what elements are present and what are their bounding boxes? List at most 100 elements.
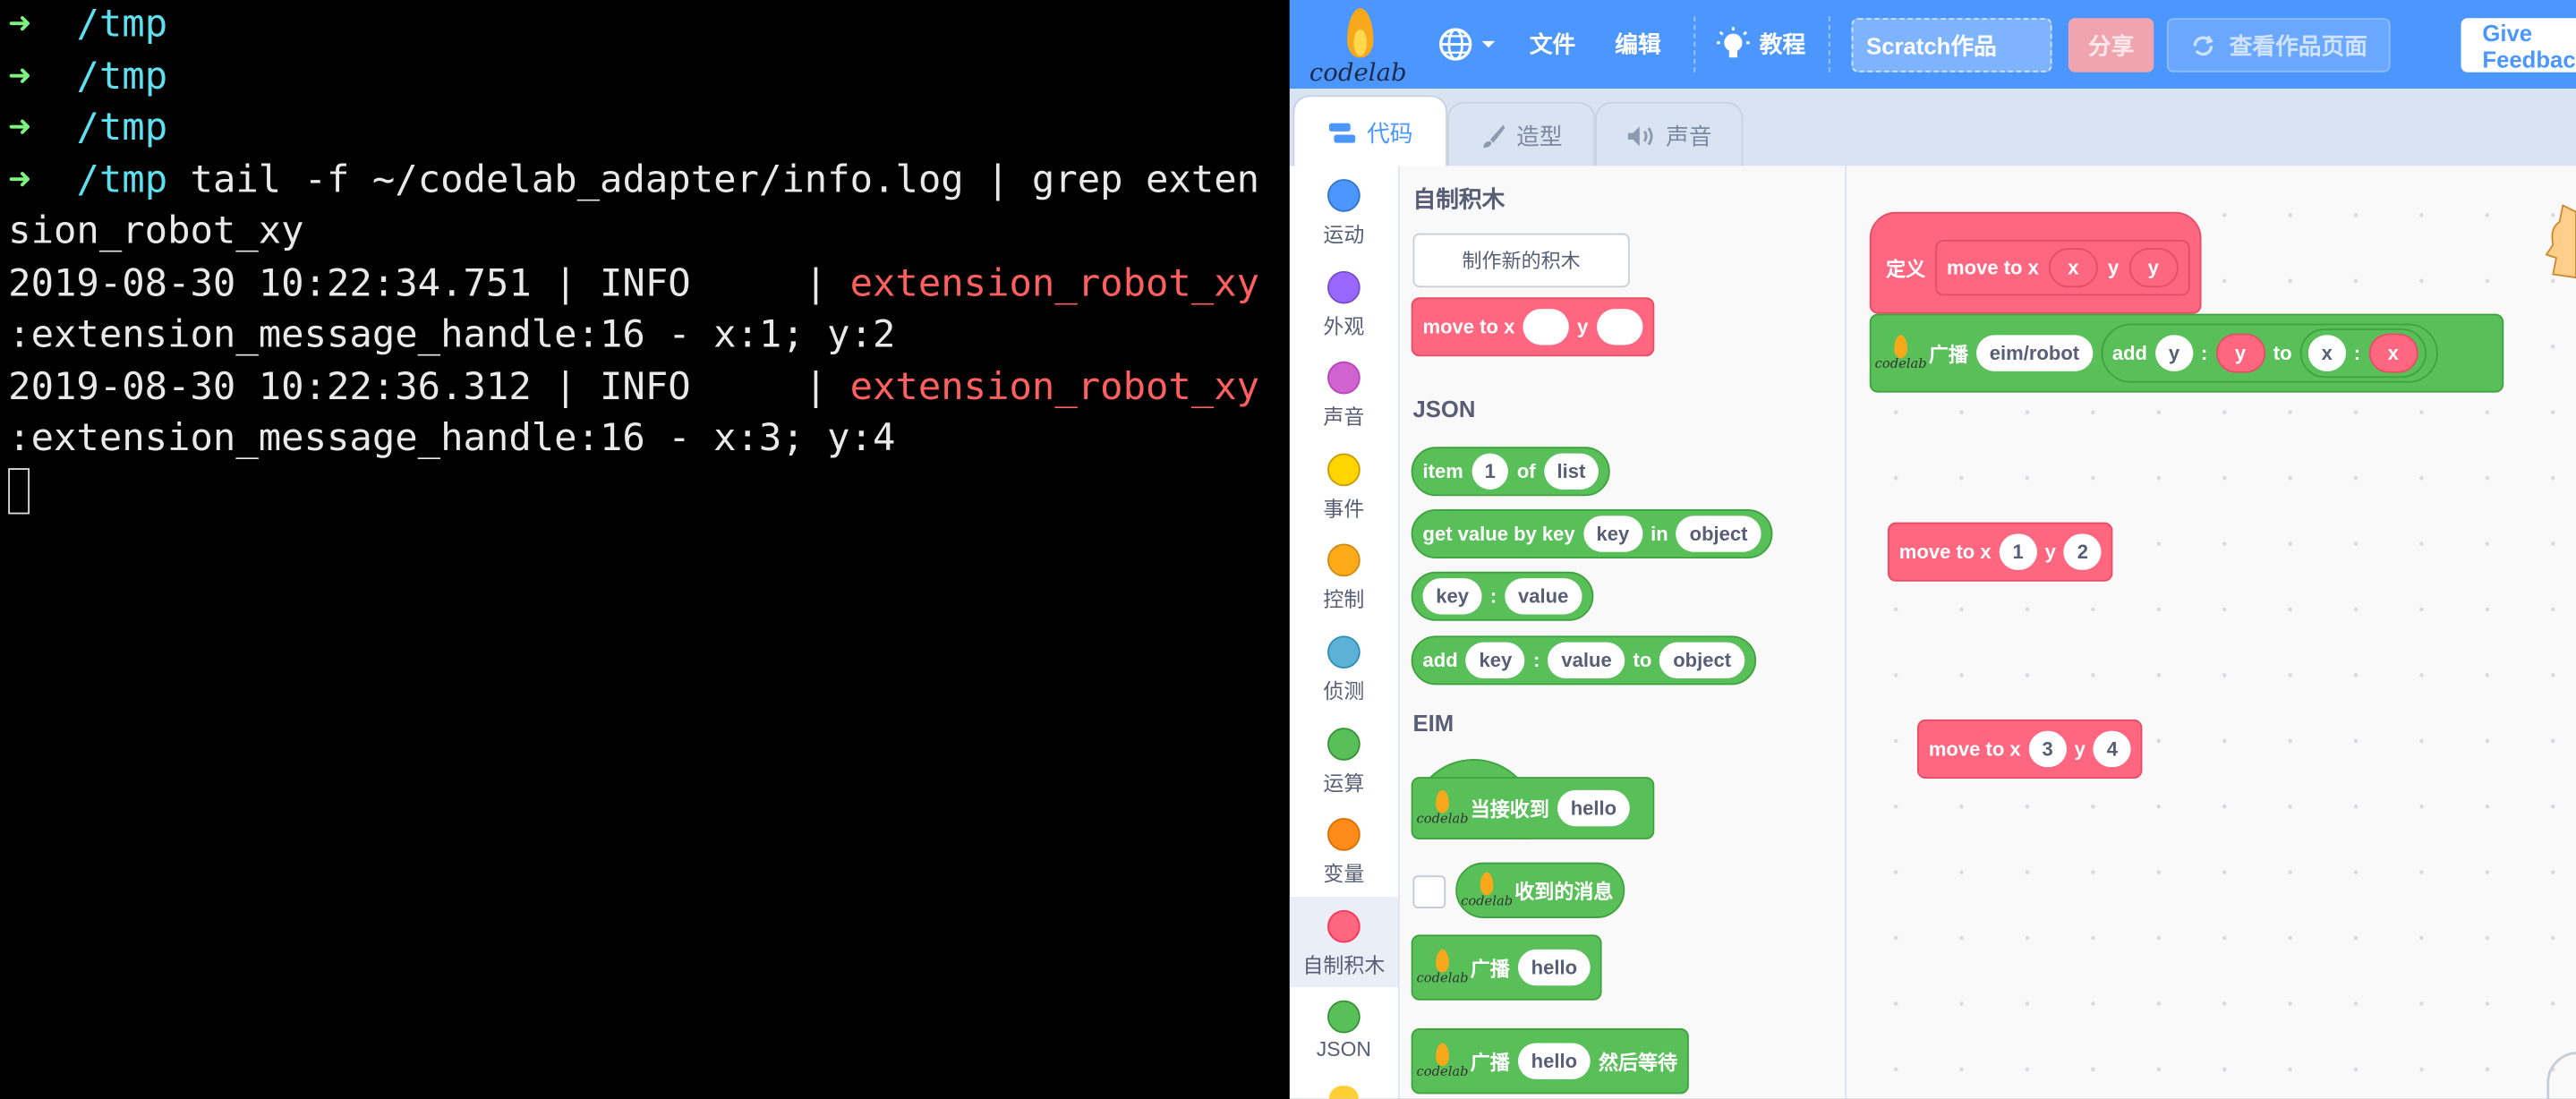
block-text: :	[1489, 584, 1497, 609]
edit-menu[interactable]: 编辑	[1615, 0, 1660, 89]
tab-sounds[interactable]: 声音	[1595, 101, 1744, 168]
block-input[interactable]: 2	[2064, 533, 2102, 570]
category-json[interactable]: JSON	[1290, 987, 1398, 1078]
eim-heading: EIM	[1412, 709, 1454, 737]
category-variables[interactable]: 变量	[1290, 805, 1398, 895]
script-workspace[interactable]: 定义 move to x x y y codelab 广播 eim/robot …	[1847, 166, 2576, 1099]
tab-costumes[interactable]: 造型	[1447, 101, 1596, 168]
parameter-x[interactable]: x	[2048, 248, 2098, 288]
get-value-by-key-block[interactable]: get value by key key in object	[1411, 508, 1773, 559]
make-a-block-button[interactable]: 制作新的积木	[1412, 233, 1630, 288]
tutorials-label: 教程	[1759, 30, 1806, 58]
lightbulb-icon	[1717, 27, 1750, 58]
move-to-call-block[interactable]: move to x 3 y 4	[1916, 719, 2143, 780]
block-input[interactable]: key	[1465, 642, 1525, 679]
category-sensing[interactable]: 侦测	[1290, 623, 1398, 713]
category-looks[interactable]: 外观	[1290, 258, 1398, 348]
terminal-line	[0, 465, 1290, 517]
block-text: add	[1422, 649, 1458, 672]
block-input[interactable]: object	[1676, 515, 1761, 552]
block-input[interactable]: list	[1543, 453, 1599, 490]
category-dot	[1327, 361, 1361, 395]
category-dot	[1327, 909, 1361, 943]
prompt-arrow: ➜	[8, 158, 31, 201]
block-input[interactable]: hello	[1517, 1043, 1591, 1079]
custom-block-prototype[interactable]: move to x x y y	[1935, 239, 2190, 296]
checkbox[interactable]	[1412, 875, 1446, 909]
codelab-logo[interactable]: codelab	[1303, 4, 1407, 87]
block-text: y	[2044, 540, 2056, 564]
block-input[interactable]: 4	[2094, 730, 2131, 768]
block-input[interactable]: 1	[1999, 533, 2037, 570]
category-sound[interactable]: 声音	[1290, 348, 1398, 439]
codelab-logo-icon: codelab	[1417, 789, 1469, 826]
block-input[interactable]: 3	[2028, 730, 2067, 768]
parameter-x[interactable]: x	[2368, 333, 2418, 373]
block-input[interactable]: hello	[1517, 949, 1591, 986]
block-input[interactable]: 1	[1471, 453, 1509, 490]
block-text: move to x	[1422, 315, 1515, 339]
block-input[interactable]	[1523, 309, 1569, 345]
project-title-input[interactable]: Scratch作品	[1851, 18, 2052, 72]
block-text: 定义	[1886, 257, 1926, 280]
received-message-reporter[interactable]: codelab 收到的消息	[1455, 862, 1625, 919]
parameter-y[interactable]: y	[2215, 333, 2265, 373]
block-input[interactable]: y	[2155, 335, 2193, 371]
block-input[interactable]	[1596, 309, 1642, 345]
block-text: :	[1533, 649, 1540, 672]
block-input[interactable]: value	[1505, 578, 1582, 615]
terminal-window[interactable]: ➜ /tmp ➜ /tmp ➜ /tmp ➜ /tmp tail -f ~/co…	[0, 0, 1290, 1099]
prompt-path: /tmp	[76, 3, 168, 47]
block-input[interactable]: eim/robot	[1976, 335, 2093, 371]
add-to-object-reporter[interactable]: add y : y to x : x	[2100, 323, 2438, 383]
codelab-logo-icon: codelab	[1417, 1043, 1469, 1079]
category-control[interactable]: 控制	[1290, 531, 1398, 621]
move-to-block[interactable]: move to x y	[1411, 297, 1654, 357]
tab-code[interactable]: 代码	[1292, 95, 1448, 170]
category-label: 声音	[1323, 405, 1365, 430]
parameter-y[interactable]: y	[2128, 248, 2179, 288]
flame-inner	[1353, 30, 1368, 56]
item-of-list-block[interactable]: item 1 of list	[1411, 447, 1610, 497]
log-timestamp: 2019-08-30 10:22:34.751 | INFO |	[8, 261, 850, 305]
block-text: 收到的消息	[1514, 879, 1614, 903]
key-value-block[interactable]: key : value	[1411, 571, 1593, 621]
block-text: add	[2111, 341, 2148, 365]
key-value-reporter[interactable]: x : x	[2299, 328, 2427, 379]
give-feedback-button[interactable]: Give Feedback	[2461, 18, 2576, 72]
add-key-value-to-object-block[interactable]: add key : value to object	[1411, 635, 1756, 686]
block-text: move to x	[1947, 256, 2039, 280]
block-input[interactable]: key	[1422, 578, 1482, 615]
category-events[interactable]: 事件	[1290, 440, 1398, 531]
terminal-cursor	[8, 468, 30, 515]
broadcast-add-block[interactable]: codelab 广播 eim/robot add y : y to x : x	[1869, 313, 2504, 393]
broadcast-and-wait-block[interactable]: codelab 广播 hello 然后等待	[1411, 1027, 1689, 1095]
terminal-line: ➜ /tmp	[0, 0, 1290, 52]
prompt-arrow: ➜	[8, 3, 31, 47]
category-motion[interactable]: 运动	[1290, 166, 1398, 256]
globe-icon	[1439, 28, 1472, 61]
file-menu[interactable]: 文件	[1530, 0, 1575, 89]
move-to-call-block[interactable]: move to x 1 y 2	[1887, 522, 2113, 582]
block-text: move to x	[1928, 737, 2021, 761]
speaker-icon	[1627, 125, 1653, 146]
category-my-blocks[interactable]: 自制积木	[1289, 897, 1398, 988]
language-menu[interactable]	[1437, 0, 1498, 89]
zoom-control-icon[interactable]	[2545, 1050, 2576, 1099]
block-text: :	[2201, 341, 2208, 365]
category-dot	[1327, 270, 1361, 304]
block-input[interactable]: hello	[1557, 789, 1630, 827]
menu-bar: codelab 文件 编辑 教程 Scratch作品 分享 查看作品页面 Giv…	[1289, 0, 2576, 89]
define-hat-content: 定义 move to x x y y	[1886, 239, 2190, 296]
category-label: 事件	[1323, 498, 1365, 521]
block-input[interactable]: key	[1582, 515, 1643, 552]
block-input[interactable]: x	[2307, 335, 2346, 371]
category-operators[interactable]: 运算	[1290, 714, 1398, 805]
share-button[interactable]: 分享	[2068, 18, 2154, 72]
see-project-page-button[interactable]: 查看作品页面	[2166, 18, 2391, 72]
when-i-receive-block[interactable]: codelab 当接收到 hello	[1411, 777, 1655, 839]
block-input[interactable]: object	[1659, 642, 1744, 679]
block-input[interactable]: value	[1548, 642, 1625, 679]
broadcast-block[interactable]: codelab 广播 hello	[1411, 934, 1602, 1001]
tutorials-menu[interactable]: 教程	[1717, 0, 1805, 89]
